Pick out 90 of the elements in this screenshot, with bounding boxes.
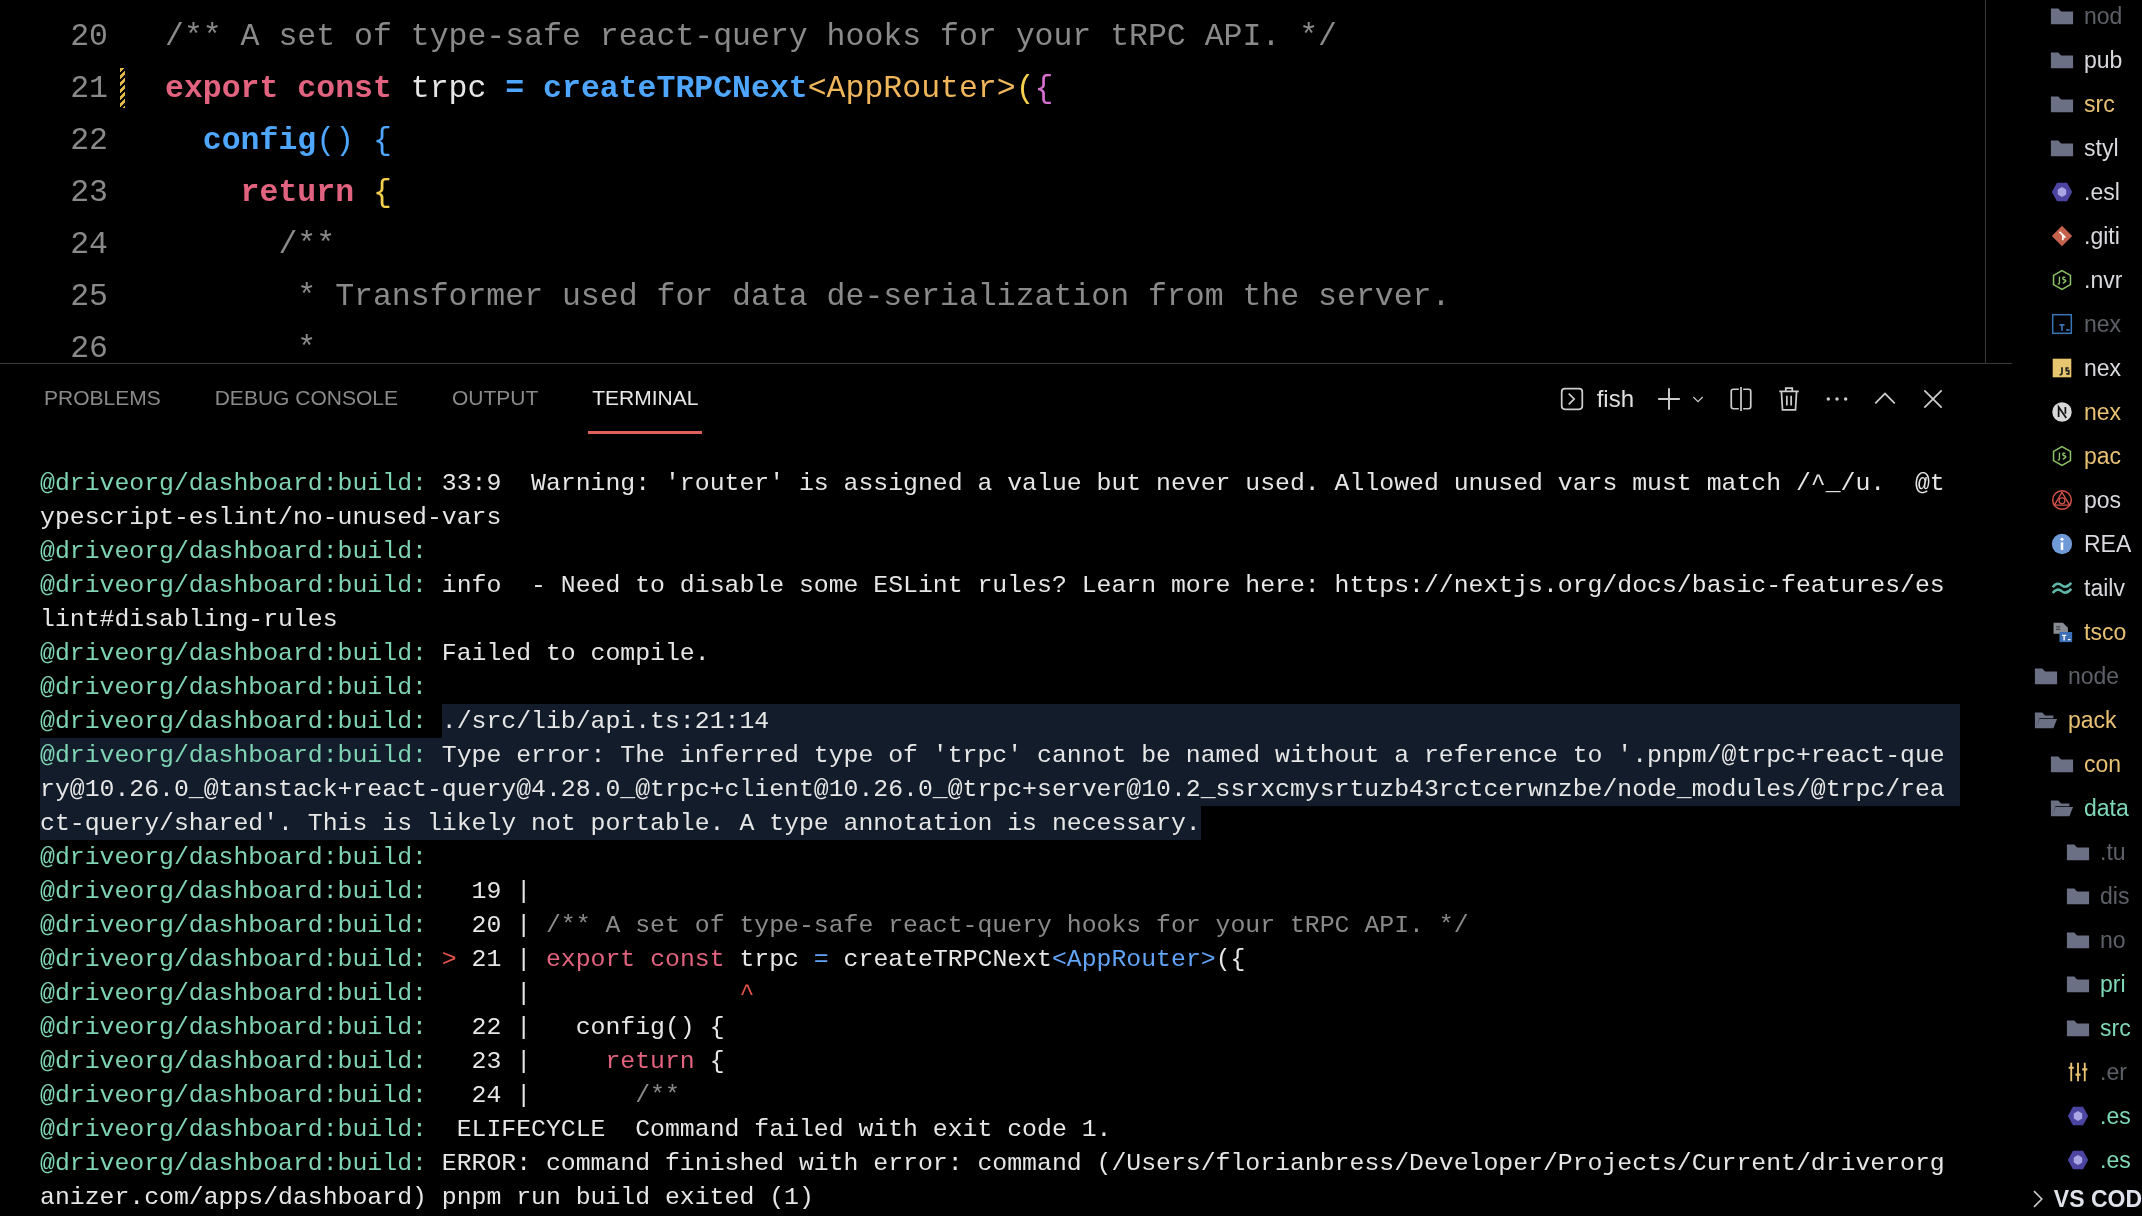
task-prefix: @driveorg/dashboard:build:: [40, 877, 427, 905]
task-prefix: @driveorg/dashboard:build:: [40, 843, 427, 871]
diamond-icon: [2050, 225, 2074, 247]
terminal-line: 20 | /** A set of type-safe react-query hooks for your tRPC API. */: [470, 910, 1469, 941]
line-number: 23: [69, 174, 108, 210]
file-name[interactable]: .es: [2100, 1146, 2131, 1174]
file-name[interactable]: pack: [2068, 706, 2117, 734]
file-name[interactable]: .es: [2100, 1102, 2131, 1130]
terminal-line: anizer.com/apps/dashboard) pnpm run build exited (1): [40, 1182, 814, 1213]
terminal-line: 19 |: [470, 876, 532, 907]
terminal-line: ypescript-eslint/no-unused-vars: [40, 502, 502, 533]
terminal-line: info - Need to disable some ESLint rules? Learn more here: https://nextjs.org/docs/basic-features/es: [441, 570, 1945, 601]
file-name[interactable]: pub: [2084, 46, 2123, 74]
hexagon-outline-icon: [2050, 445, 2074, 467]
code-line: config() {: [201, 122, 392, 158]
terminal-line: 33:9 Warning: 'router' is assigned a value but never used. Allowed unused vars must match /^_/u. @t: [441, 468, 1945, 499]
terminal-line: 22 | config() {: [470, 1012, 725, 1043]
terminal-line: Type error: The inferred type of 'trpc' cannot be named without a reference to '.pnpm/@trpc+react-que: [441, 740, 1945, 771]
file-name[interactable]: styl: [2084, 134, 2119, 162]
circle-icon: [2050, 401, 2074, 423]
code-line: return {: [239, 174, 392, 210]
code-line: /** A set of type-safe react-query hooks for your tRPC API. */: [165, 18, 1337, 54]
panel-tab[interactable]: DEBUG CONSOLE: [210, 364, 402, 434]
file-name[interactable]: src: [2084, 90, 2115, 118]
hexagon-icon: [2066, 1149, 2090, 1171]
task-prefix: @driveorg/dashboard:build:: [40, 1047, 427, 1075]
code-line: * Transformer used for data de-serialization from the server.: [296, 278, 1451, 314]
line-number: 20: [69, 18, 108, 54]
task-prefix: @driveorg/dashboard:build:: [40, 469, 427, 497]
task-prefix: @driveorg/dashboard:build:: [40, 1013, 427, 1041]
square-outline-icon: [2050, 313, 2074, 335]
code-line: export const trpc = createTRPCNext<AppRouter>({: [165, 70, 1054, 106]
terminal-line: Failed to compile.: [441, 638, 710, 669]
file-name[interactable]: .esl: [2084, 178, 2120, 206]
task-prefix: @driveorg/dashboard:build:: [40, 979, 427, 1007]
section-header[interactable]: VS COD: [2012, 1182, 2142, 1216]
file-name[interactable]: tailv: [2084, 574, 2125, 602]
task-prefix: @driveorg/dashboard:build:: [40, 1081, 427, 1109]
panel-tab[interactable]: PROBLEMS: [40, 364, 165, 434]
line-number: 25: [69, 278, 108, 314]
code-line: *: [296, 330, 317, 363]
square-icon: [2050, 357, 2074, 379]
task-prefix: @driveorg/dashboard:build:: [40, 707, 427, 735]
file-name[interactable]: pos: [2084, 486, 2122, 514]
terminal-line: ry@10.26.0_@tanstack+react-query@4.28.0_@trpc+client@10.26.0_@trpc+server@10.2_ssrxcmysrtuzb43rctcerwnzbe/node_modules/@trpc/rea: [40, 774, 1945, 805]
task-prefix: @driveorg/dashboard:build:: [40, 673, 427, 701]
terminal-line: 23 | return {: [470, 1046, 725, 1077]
panel-tab[interactable]: TERMINAL: [588, 364, 703, 434]
hexagon-outline-icon: [2050, 269, 2074, 291]
terminal-line: lint#disabling-rules: [40, 604, 338, 635]
file-name[interactable]: nex: [2084, 354, 2122, 382]
terminal-line: ERROR: command finished with error: command (/Users/florianbress/Developer/Projects/Current/driverorg: [441, 1148, 1945, 1179]
file-name[interactable]: pac: [2084, 442, 2122, 470]
file-name[interactable]: con: [2084, 750, 2122, 778]
file-name[interactable]: nex: [2084, 398, 2122, 426]
split-icon[interactable]: [1728, 386, 1754, 412]
hexagon-icon: [2050, 181, 2074, 203]
task-prefix: @driveorg/dashboard:build:: [40, 945, 427, 973]
sliders-icon: [2066, 1061, 2090, 1083]
terminal-line: | ^: [515, 978, 755, 1009]
hexagon-icon: [2066, 1105, 2090, 1127]
terminal-line: 24 | /**: [470, 1080, 680, 1111]
panel-tab[interactable]: OUTPUT: [447, 364, 543, 434]
file-name[interactable]: src: [2100, 1014, 2131, 1042]
code-line: /**: [277, 226, 336, 262]
line-number: 22: [69, 122, 108, 158]
chevron-icon: [2032, 1189, 2044, 1209]
terminal-profile-button[interactable]: fish: [1558, 385, 1634, 413]
plus-icon[interactable]: [1656, 386, 1682, 412]
file-name[interactable]: REA: [2084, 530, 2132, 558]
task-prefix: @driveorg/dashboard:build:: [40, 537, 427, 565]
task-prefix: @driveorg/dashboard:build:: [40, 911, 427, 939]
file-name[interactable]: tsco: [2084, 618, 2127, 646]
task-prefix: @driveorg/dashboard:build:: [40, 639, 427, 667]
task-prefix: @driveorg/dashboard:build:: [40, 1115, 427, 1143]
file-name[interactable]: pri: [2100, 970, 2126, 998]
line-number: 21: [69, 70, 108, 106]
terminal-line: > 21 | export const trpc = createTRPCNext<AppRouter>({: [441, 944, 1246, 975]
file-name[interactable]: .nvr: [2084, 266, 2123, 294]
terminal-line: ELIFECYCLE Command failed with exit code 1.: [455, 1114, 1112, 1145]
task-prefix: @driveorg/dashboard:build:: [40, 1149, 427, 1177]
info-icon: [2050, 533, 2074, 555]
task-prefix: @driveorg/dashboard:build:: [40, 741, 427, 769]
terminal-icon: [1558, 386, 1585, 412]
task-prefix: @driveorg/dashboard:build:: [40, 571, 427, 599]
line-number: 26: [69, 330, 108, 363]
line-number: 24: [69, 226, 108, 262]
trash-icon[interactable]: [1776, 386, 1802, 412]
file-name[interactable]: data: [2084, 794, 2129, 822]
file-name[interactable]: .giti: [2084, 222, 2120, 250]
